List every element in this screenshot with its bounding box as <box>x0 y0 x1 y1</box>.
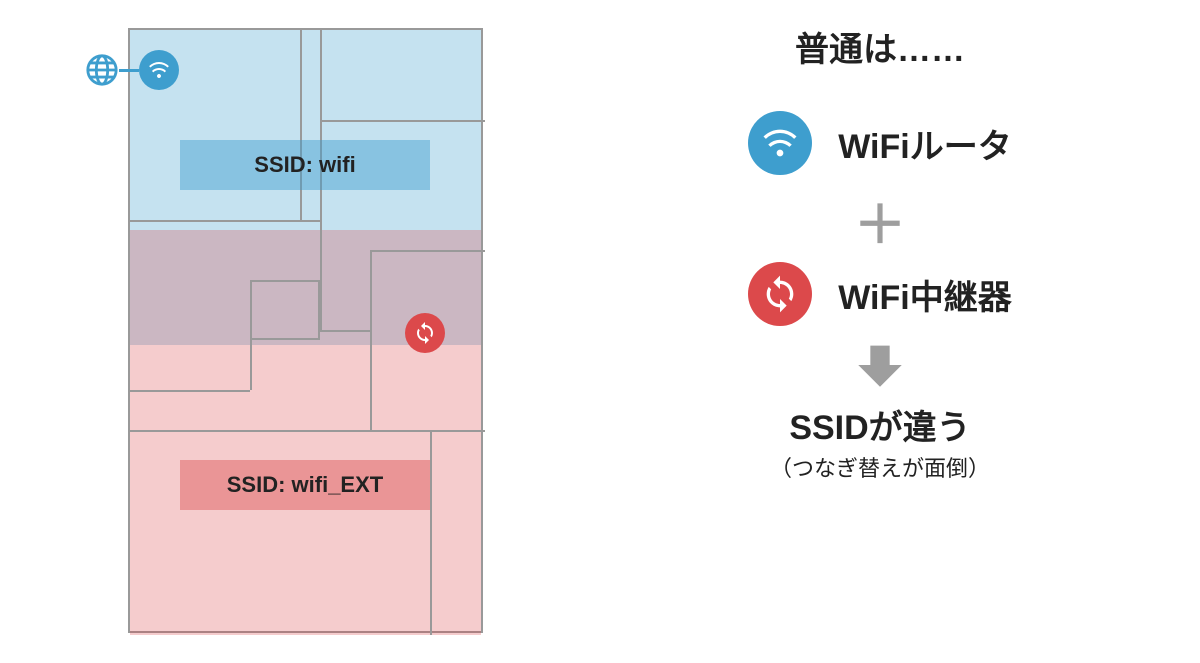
ssid-router-label: SSID: wifi <box>180 140 430 190</box>
router-badge-large <box>748 111 812 175</box>
wall <box>250 280 320 340</box>
wifi-icon <box>147 58 171 82</box>
globe-icon <box>85 53 119 87</box>
arrow-down-icon <box>851 336 909 394</box>
router-badge <box>139 50 179 90</box>
explanation-heading: 普通は…… <box>620 22 1140 71</box>
floor-plan: SSID: wifi SSID: wifi_EXT <box>128 28 483 633</box>
conclusion: SSIDが違う <box>620 400 1140 449</box>
sync-icon <box>413 321 437 345</box>
extender-row: WiFi中継器 <box>620 262 1140 326</box>
plus-symbol: ＋ <box>620 183 1140 258</box>
wall <box>250 340 252 390</box>
wall <box>370 250 485 252</box>
wall <box>320 330 370 332</box>
wall <box>370 250 372 430</box>
extender-badge-large <box>748 262 812 326</box>
conclusion-sub: （つなぎ替えが面倒） <box>620 451 1140 483</box>
wall <box>300 30 302 220</box>
router-label: WiFiルータ <box>838 119 1011 168</box>
wall <box>430 430 432 635</box>
diagram-canvas: SSID: wifi SSID: wifi_EXT 普通は…… <box>0 0 1200 663</box>
wall <box>320 120 485 122</box>
ssid-extender-label: SSID: wifi_EXT <box>180 460 430 510</box>
wall <box>130 220 320 222</box>
extender-badge <box>405 313 445 353</box>
wall <box>130 390 250 392</box>
link-line <box>119 69 139 72</box>
internet-to-router <box>85 50 179 90</box>
extender-label: WiFi中継器 <box>838 270 1011 319</box>
sync-icon <box>760 274 800 314</box>
router-row: WiFiルータ <box>620 111 1140 175</box>
wifi-icon <box>760 123 800 163</box>
explanation-panel: 普通は…… WiFiルータ ＋ WiFi中継器 SSIDが違う （つなぎ替えが面… <box>620 22 1140 483</box>
